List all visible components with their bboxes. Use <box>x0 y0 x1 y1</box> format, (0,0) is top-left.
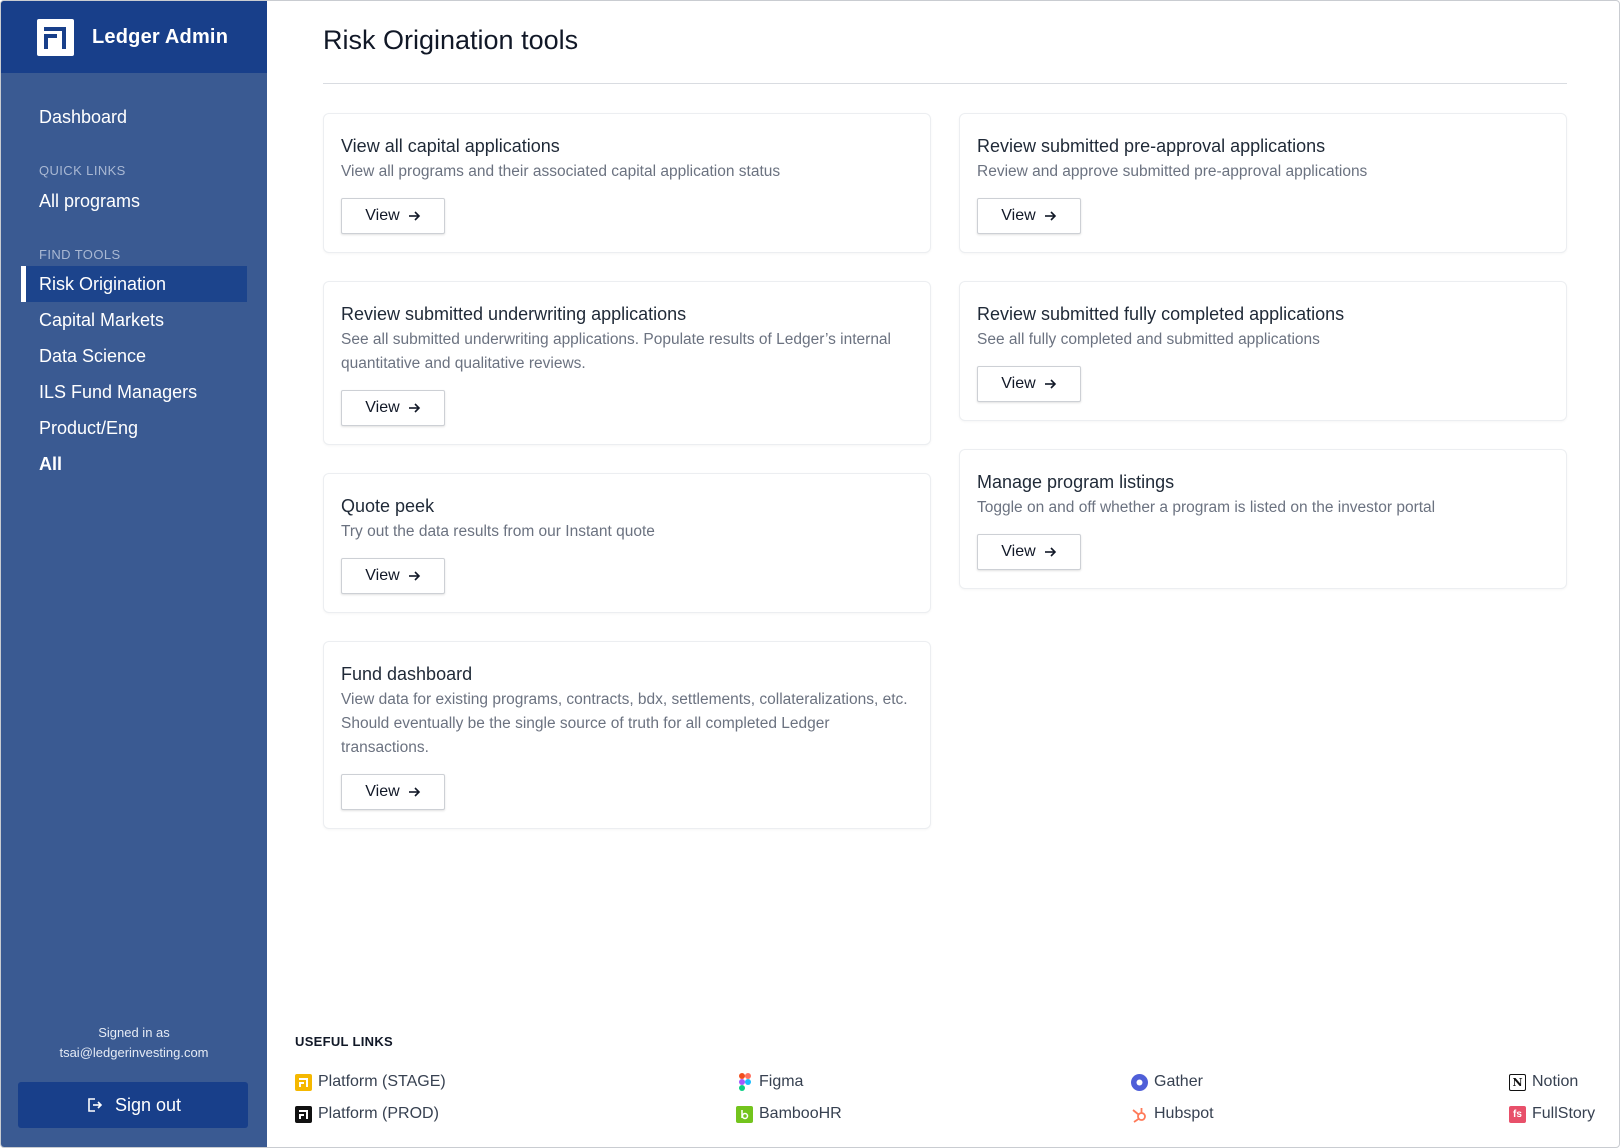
link-platform-stage[interactable]: Platform (STAGE) <box>295 1073 446 1091</box>
link-gather[interactable]: Gather <box>1131 1073 1203 1091</box>
link-hubspot[interactable]: Hubspot <box>1131 1105 1214 1123</box>
sign-out-icon <box>85 1096 103 1114</box>
brand-header[interactable]: Ledger Admin <box>1 1 267 73</box>
card-pre-approval-applications: Review submitted pre-approval applicatio… <box>959 113 1567 253</box>
app-window: Ledger Admin Dashboard QUICK LINKS All p… <box>0 0 1620 1148</box>
hubspot-icon <box>1131 1106 1148 1123</box>
view-button[interactable]: View <box>341 390 445 426</box>
page-title: Risk Origination tools <box>323 25 579 55</box>
ledger-stage-icon <box>295 1073 312 1091</box>
sidebar-item-dashboard[interactable]: Dashboard <box>21 99 247 135</box>
card-capital-applications: View all capital applications View all p… <box>323 113 931 253</box>
view-label: View <box>1001 207 1036 224</box>
bamboohr-icon <box>736 1105 753 1123</box>
app-title: Ledger Admin <box>92 25 229 48</box>
card-description: See all submitted underwriting applicati… <box>341 331 892 372</box>
view-button[interactable]: View <box>977 534 1081 570</box>
sidebar-item-all[interactable]: All <box>21 446 247 482</box>
view-label: View <box>365 567 400 584</box>
arrow-right-icon <box>1044 546 1057 558</box>
link-label: Platform (STAGE) <box>318 1073 446 1090</box>
card-fully-completed-applications: Review submitted fully completed applica… <box>959 281 1567 421</box>
sign-out-label: Sign out <box>114 1094 182 1115</box>
link-label: BambooHR <box>759 1105 842 1122</box>
figma-icon <box>736 1073 753 1091</box>
sidebar-item-product-eng[interactable]: Product/Eng <box>21 410 247 446</box>
view-label: View <box>365 399 400 416</box>
arrow-right-icon <box>1044 210 1057 222</box>
card-title: Review submitted underwriting applicatio… <box>341 304 687 324</box>
link-platform-prod[interactable]: Platform (PROD) <box>295 1105 439 1123</box>
link-label: Hubspot <box>1154 1105 1214 1122</box>
card-description: See all fully completed and submitted ap… <box>977 331 1320 348</box>
card-description: View all programs and their associated c… <box>341 163 781 180</box>
signed-in-label: Signed in as <box>98 1025 170 1040</box>
link-label: Platform (PROD) <box>318 1105 439 1122</box>
link-notion[interactable]: N Notion <box>1509 1073 1578 1091</box>
card-quote-peek: Quote peek Try out the data results from… <box>323 473 931 613</box>
sidebar: Ledger Admin Dashboard QUICK LINKS All p… <box>1 1 267 1147</box>
view-button[interactable]: View <box>977 366 1081 402</box>
arrow-right-icon <box>408 786 421 798</box>
ledger-prod-icon <box>295 1105 312 1123</box>
view-button[interactable]: View <box>341 774 445 810</box>
view-label: View <box>365 783 400 800</box>
link-bamboohr[interactable]: BambooHR <box>736 1105 842 1123</box>
ledger-logo-icon <box>37 18 74 56</box>
view-label: View <box>1001 375 1036 392</box>
arrow-right-icon <box>408 210 421 222</box>
useful-links-heading: USEFUL LINKS <box>295 1034 393 1049</box>
signed-in-email: tsai@ledgerinvesting.com <box>59 1045 209 1060</box>
link-fullstory[interactable]: fs FullStory <box>1509 1105 1595 1123</box>
card-title: Manage program listings <box>977 472 1175 492</box>
find-tools-heading: FIND TOOLS <box>39 247 121 262</box>
arrow-right-icon <box>408 402 421 414</box>
quick-links-heading: QUICK LINKS <box>39 163 126 178</box>
view-button[interactable]: View <box>977 198 1081 234</box>
card-fund-dashboard: Fund dashboard View data for existing pr… <box>323 641 931 829</box>
card-manage-program-listings: Manage program listings Toggle on and of… <box>959 449 1567 589</box>
sidebar-item-data-science[interactable]: Data Science <box>21 338 247 374</box>
card-title: Fund dashboard <box>341 664 473 684</box>
card-description: Try out the data results from our Instan… <box>341 523 655 540</box>
link-label: FullStory <box>1532 1105 1596 1122</box>
view-label: View <box>1001 543 1036 560</box>
sidebar-item-all-programs[interactable]: All programs <box>21 183 247 219</box>
view-button[interactable]: View <box>341 198 445 234</box>
title-divider <box>323 83 1567 84</box>
sidebar-item-ils-fund-managers[interactable]: ILS Fund Managers <box>21 374 247 410</box>
card-description: View data for existing programs, contrac… <box>341 691 908 756</box>
view-label: View <box>365 207 400 224</box>
sidebar-item-risk-origination[interactable]: Risk Origination <box>21 266 247 302</box>
card-underwriting-applications: Review submitted underwriting applicatio… <box>323 281 931 445</box>
link-figma[interactable]: Figma <box>736 1073 803 1091</box>
card-title: View all capital applications <box>341 136 560 156</box>
card-title: Quote peek <box>341 496 435 516</box>
card-title: Review submitted pre-approval applicatio… <box>977 136 1326 156</box>
gather-icon <box>1131 1073 1148 1091</box>
fullstory-icon: fs <box>1509 1105 1526 1123</box>
card-title: Review submitted fully completed applica… <box>977 304 1345 324</box>
card-description: Toggle on and off whether a program is l… <box>977 499 1436 516</box>
card-description: Review and approve submitted pre-approva… <box>977 163 1368 180</box>
arrow-right-icon <box>408 570 421 582</box>
view-button[interactable]: View <box>341 558 445 594</box>
sidebar-item-capital-markets[interactable]: Capital Markets <box>21 302 247 338</box>
link-label: Gather <box>1154 1073 1203 1090</box>
link-label: Notion <box>1532 1073 1579 1090</box>
arrow-right-icon <box>1044 378 1057 390</box>
sign-out-button[interactable]: Sign out <box>18 1082 248 1128</box>
notion-icon: N <box>1509 1073 1526 1091</box>
link-label: Figma <box>759 1073 804 1090</box>
